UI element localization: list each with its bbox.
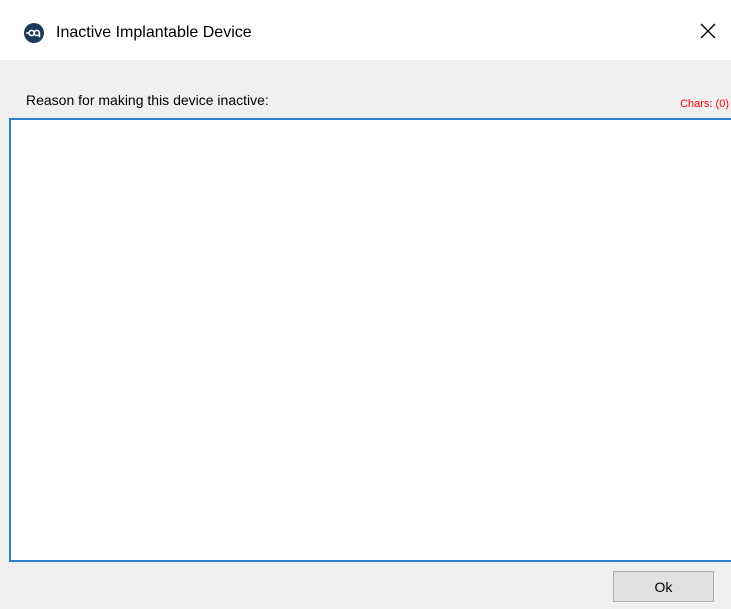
dialog-window: Inactive Implantable Device Reason for m… xyxy=(0,0,731,609)
title-bar: Inactive Implantable Device xyxy=(0,0,731,60)
ok-button[interactable]: Ok xyxy=(613,571,714,602)
reason-label: Reason for making this device inactive: xyxy=(26,92,269,108)
chars-counter: Chars: (0) xyxy=(680,98,729,110)
close-button[interactable] xyxy=(686,14,730,52)
window-title: Inactive Implantable Device xyxy=(56,24,252,41)
close-icon xyxy=(700,23,716,44)
op-logo-icon xyxy=(24,23,44,43)
reason-textarea[interactable] xyxy=(9,118,731,562)
